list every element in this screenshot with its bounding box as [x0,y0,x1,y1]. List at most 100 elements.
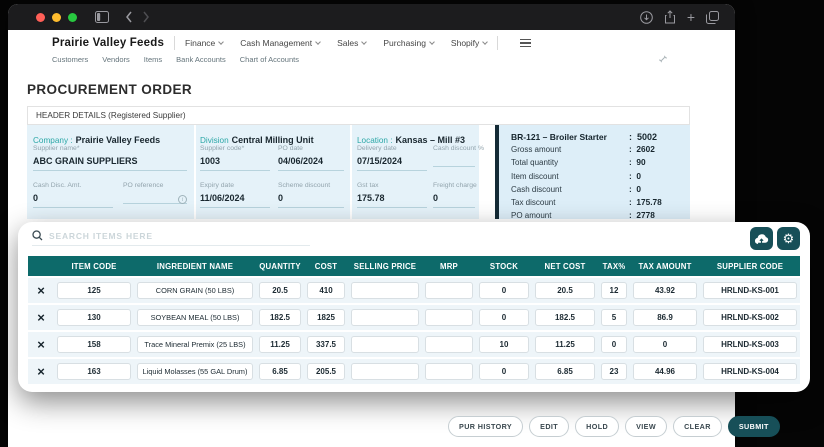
menu-purchasing[interactable]: Purchasing [383,38,435,48]
clear-button[interactable]: CLEAR [673,416,722,437]
minimize-window-icon[interactable] [52,12,61,22]
tab-overview-icon[interactable] [706,10,719,24]
po-date-field: PO date 04/06/2024 [278,145,344,171]
freight-charge-input[interactable]: 0 [433,193,475,208]
menu-sales[interactable]: Sales [337,38,368,48]
delete-row-icon[interactable]: × [28,311,54,324]
stock-cell[interactable]: 0 [479,309,529,326]
cost-cell[interactable]: 1825 [307,309,345,326]
delivery-date-input[interactable]: 07/15/2024 [357,156,427,171]
delete-row-icon[interactable]: × [28,284,54,297]
supplier-code-cell[interactable]: HRLND-KS-003 [703,336,797,353]
mrp-cell[interactable] [425,309,473,326]
hold-button[interactable]: HOLD [575,416,620,437]
subnav-items[interactable]: Items [144,55,162,64]
net-cost-cell[interactable]: 11.25 [535,336,595,353]
chevron-down-icon [218,39,225,45]
menu-cash-management[interactable]: Cash Management [240,38,321,48]
cash-disc-amt-input[interactable]: 0 [33,193,113,208]
pur-history-button[interactable]: PUR HISTORY [448,416,524,437]
quantity-cell[interactable]: 11.25 [259,336,301,353]
new-tab-icon[interactable]: + [687,10,695,24]
upload-button[interactable] [750,227,773,250]
tax-pct-cell[interactable]: 12 [601,282,627,299]
quantity-cell[interactable]: 20.5 [259,282,301,299]
subnav-chart-of-accounts[interactable]: Chart of Accounts [240,55,299,64]
supplier-name-field: Supplier name* ABC GRAIN SUPPLIERS [33,145,187,171]
column-net-cost: NET COST [544,261,586,271]
mrp-cell[interactable] [425,363,473,380]
hamburger-menu-icon[interactable] [520,38,532,48]
gap [479,125,495,219]
supplier-code-input[interactable]: 1003 [200,156,270,171]
net-cost-cell[interactable]: 20.5 [535,282,595,299]
net-cost-cell[interactable]: 6.85 [535,363,595,380]
zoom-window-icon[interactable] [68,12,77,22]
info-icon[interactable]: i [178,195,187,204]
quantity-cell[interactable]: 6.85 [259,363,301,380]
ingredient-name-cell[interactable]: CORN GRAIN (50 LBS) [137,282,253,299]
stock-cell[interactable]: 0 [479,363,529,380]
expiry-date-input[interactable]: 11/06/2024 [200,193,270,208]
selling-price-cell[interactable] [351,336,419,353]
quantity-cell[interactable]: 182.5 [259,309,301,326]
tax-pct-cell[interactable]: 23 [601,363,627,380]
expand-icon[interactable] [657,52,669,70]
tax-amount-cell[interactable]: 43.92 [633,282,697,299]
item-code-cell[interactable]: 158 [57,336,131,353]
forward-icon[interactable] [142,11,150,23]
cash-discount-pct-input[interactable] [433,156,475,167]
close-window-icon[interactable] [36,12,45,22]
cost-cell[interactable]: 337.5 [307,336,345,353]
selling-price-cell[interactable] [351,363,419,380]
search-input[interactable] [49,230,310,241]
selling-price-cell[interactable] [351,309,419,326]
selling-price-cell[interactable] [351,282,419,299]
downloads-icon[interactable] [640,10,653,24]
delete-row-icon[interactable]: × [28,365,54,378]
menu-shopify[interactable]: Shopify [451,38,489,48]
stock-cell[interactable]: 10 [479,336,529,353]
ingredient-name-cell[interactable]: Trace Mineral Premix (25 LBS) [137,336,253,353]
submit-button[interactable]: SUBMIT [727,416,780,437]
item-code-cell[interactable]: 130 [57,309,131,326]
scheme-discount-input[interactable]: 0 [278,193,344,208]
item-code-cell[interactable]: 163 [57,363,131,380]
mrp-cell[interactable] [425,282,473,299]
table-row: × 158 Trace Mineral Premix (25 LBS) 11.2… [28,332,800,357]
cost-cell[interactable]: 410 [307,282,345,299]
tax-amount-cell[interactable]: 86.9 [633,309,697,326]
tax-amount-cell[interactable]: 44.96 [633,363,697,380]
net-cost-cell[interactable]: 182.5 [535,309,595,326]
column-divider [350,125,352,219]
subnav-bank-accounts[interactable]: Bank Accounts [176,55,226,64]
item-code-cell[interactable]: 125 [57,282,131,299]
po-date-input[interactable]: 04/06/2024 [278,156,344,171]
subnav-vendors[interactable]: Vendors [102,55,130,64]
supplier-code-cell[interactable]: HRLND-KS-004 [703,363,797,380]
ingredient-name-cell[interactable]: Liquid Molasses (55 GAL Drum) [137,363,253,380]
delete-row-icon[interactable]: × [28,338,54,351]
tax-amount-cell[interactable]: 0 [633,336,697,353]
supplier-code-cell[interactable]: HRLND-KS-002 [703,309,797,326]
cost-cell[interactable]: 205.5 [307,363,345,380]
back-icon[interactable] [125,11,133,23]
app-navbar: Prairie Valley Feeds Finance Cash Manage… [52,36,532,50]
share-icon[interactable] [664,10,676,24]
view-button[interactable]: VIEW [625,416,668,437]
ingredient-name-cell[interactable]: SOYBEAN MEAL (50 LBS) [137,309,253,326]
sidebar-toggle-icon[interactable] [95,11,109,23]
mrp-cell[interactable] [425,336,473,353]
edit-button[interactable]: EDIT [529,416,570,437]
delivery-date-field: Delivery date 07/15/2024 [357,145,427,171]
tax-pct-cell[interactable]: 0 [601,336,627,353]
supplier-code-cell[interactable]: HRLND-KS-001 [703,282,797,299]
settings-button[interactable]: ⚙ [777,227,800,250]
stock-cell[interactable]: 0 [479,282,529,299]
menu-finance[interactable]: Finance [185,38,225,48]
supplier-name-input[interactable]: ABC GRAIN SUPPLIERS [33,156,187,171]
gst-tax-input[interactable]: 175.78 [357,193,427,208]
subnav-customers[interactable]: Customers [52,55,88,64]
freight-charge-field: Freight charge 0 [433,182,477,208]
tax-pct-cell[interactable]: 5 [601,309,627,326]
